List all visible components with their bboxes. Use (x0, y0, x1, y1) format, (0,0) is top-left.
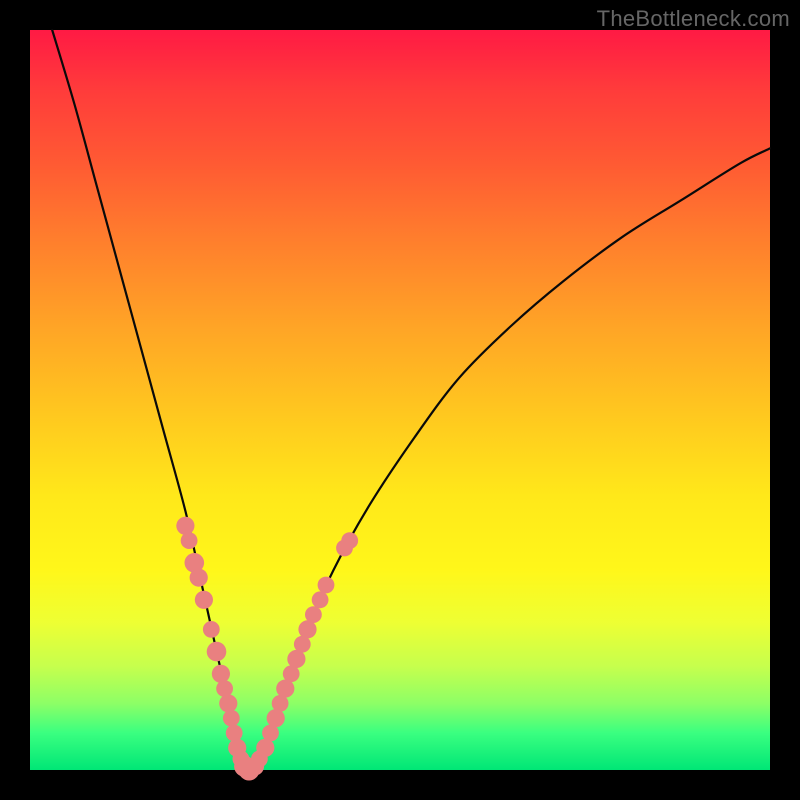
chart-frame: TheBottleneck.com (0, 0, 800, 800)
data-marker (223, 710, 240, 727)
data-marker (219, 694, 237, 712)
data-marker (312, 591, 329, 608)
data-marker (256, 739, 274, 757)
data-marker (276, 680, 294, 698)
data-marker (216, 680, 233, 697)
data-marker (212, 665, 230, 683)
data-marker (305, 606, 322, 623)
bottleneck-curve-svg (30, 30, 770, 770)
data-marker (190, 569, 208, 587)
data-marker (226, 725, 243, 742)
data-marker (203, 621, 220, 638)
data-marker (176, 517, 194, 535)
data-marker (287, 650, 305, 668)
data-marker (298, 620, 316, 638)
watermark-text: TheBottleneck.com (597, 6, 790, 32)
plot-area (30, 30, 770, 770)
data-markers (176, 517, 358, 781)
data-marker (341, 532, 358, 549)
data-marker (207, 642, 227, 662)
data-marker (181, 532, 198, 549)
data-marker (195, 591, 213, 609)
data-marker (318, 577, 335, 594)
data-marker (267, 709, 285, 727)
bottleneck-curve (52, 30, 770, 773)
